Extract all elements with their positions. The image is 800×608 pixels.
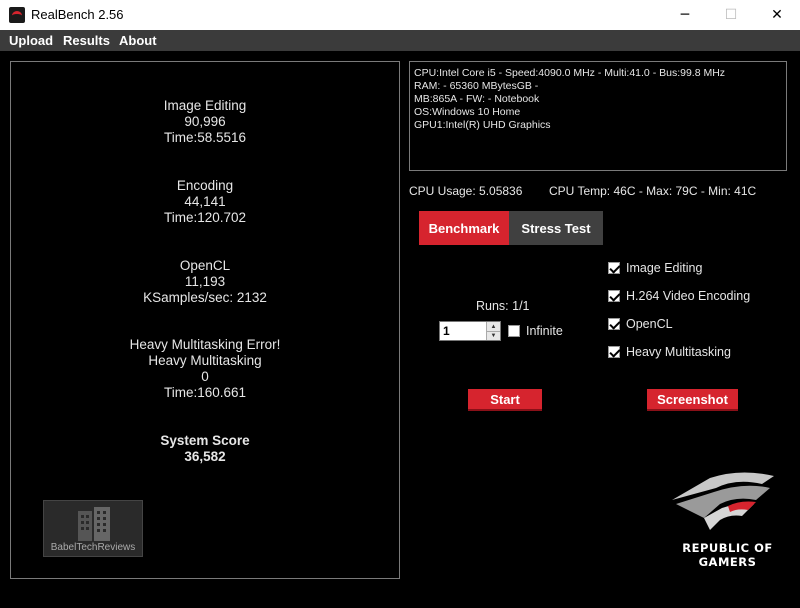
window-title: RealBench 2.56 — [31, 7, 124, 22]
image-editing-label: Image Editing — [163, 98, 247, 113]
encoding-label: Encoding — [176, 178, 234, 193]
rog-line-1: REPUBLIC OF — [682, 541, 773, 555]
check-image-editing[interactable]: Image Editing — [608, 260, 702, 276]
heavy-multitasking-score: 0 — [201, 369, 209, 384]
watermark-logo: BabelTechReviews — [43, 500, 143, 557]
cpu-usage: CPU Usage: 5.05836 — [409, 184, 523, 198]
building-icon — [78, 507, 110, 541]
image-editing-score: 90,996 — [184, 114, 226, 129]
rog-eye-logo — [672, 472, 774, 530]
encoding-score: 44,141 — [184, 194, 226, 209]
runs-label: Runs: 1/1 — [476, 299, 530, 313]
rog-wordmark: REPUBLIC OF GAMERS — [670, 541, 785, 569]
start-button[interactable]: Start — [468, 389, 542, 411]
checkbox-label: Image Editing — [626, 261, 703, 275]
rog-line-2: GAMERS — [698, 555, 757, 569]
heavy-multitasking-label: Heavy Multitasking — [148, 353, 262, 368]
infinite-label: Infinite — [526, 324, 563, 338]
check-h264-encoding[interactable]: H.264 Video Encoding — [608, 288, 750, 304]
opencl-score: 11,193 — [184, 274, 226, 289]
checkbox-label: OpenCL — [626, 317, 673, 331]
encoding-time: Time:120.702 — [163, 210, 247, 225]
check-heavy-multitasking[interactable]: Heavy Multitasking — [608, 344, 731, 360]
infinite-toggle[interactable]: Infinite — [508, 324, 563, 338]
stepper-down-icon[interactable]: ▼ — [486, 331, 500, 340]
image-editing-time: Time:58.5516 — [163, 130, 247, 145]
runs-input[interactable] — [440, 322, 486, 340]
checkbox-label: H.264 Video Encoding — [626, 289, 751, 303]
app-icon — [9, 7, 25, 23]
ram-info: RAM: - 65360 MBytesGB - — [414, 80, 539, 92]
menu-results[interactable]: Results — [63, 33, 110, 48]
motherboard-info: MB:865A - FW: - Notebook — [414, 93, 540, 105]
heavy-multitasking-error: Heavy Multitasking Error! — [129, 337, 281, 352]
system-info-box: CPU:Intel Core i5 - Speed:4090.0 MHz - M… — [409, 61, 787, 171]
close-button[interactable]: ✕ — [754, 0, 800, 30]
tab-benchmark[interactable]: Benchmark — [419, 211, 509, 245]
tab-stress-test[interactable]: Stress Test — [509, 211, 603, 245]
menu-bar: Upload Results About — [0, 30, 800, 51]
checkbox[interactable] — [608, 346, 620, 358]
checkbox[interactable] — [608, 290, 620, 302]
runs-stepper[interactable]: ▲ ▼ — [439, 321, 501, 341]
watermark-text: BabelTechReviews — [50, 542, 136, 553]
screenshot-button[interactable]: Screenshot — [647, 389, 738, 411]
checkbox-label: Heavy Multitasking — [626, 345, 731, 359]
opencl-label: OpenCL — [179, 258, 231, 273]
stepper-up-icon[interactable]: ▲ — [486, 322, 500, 331]
system-score-value: 36,582 — [184, 449, 226, 464]
maximize-button[interactable]: ☐ — [708, 0, 754, 30]
title-bar: RealBench 2.56 ─ ☐ ✕ — [0, 0, 800, 30]
menu-upload[interactable]: Upload — [9, 33, 53, 48]
minimize-button[interactable]: ─ — [662, 0, 708, 30]
gpu-info: GPU1:Intel(R) UHD Graphics — [414, 119, 551, 131]
cpu-info: CPU:Intel Core i5 - Speed:4090.0 MHz - M… — [414, 67, 726, 79]
system-score-label: System Score — [160, 433, 250, 448]
check-opencl[interactable]: OpenCL — [608, 316, 673, 332]
checkbox[interactable] — [608, 318, 620, 330]
cpu-temp: CPU Temp: 46C - Max: 79C - Min: 41C — [549, 184, 757, 198]
heavy-multitasking-time: Time:160.661 — [163, 385, 247, 400]
infinite-checkbox[interactable] — [508, 325, 520, 337]
checkbox[interactable] — [608, 262, 620, 274]
results-panel: Image Editing 90,996 Time:58.5516 Encodi… — [10, 61, 400, 579]
os-info: OS:Windows 10 Home — [414, 106, 521, 118]
opencl-ksamples: KSamples/sec: 2132 — [143, 290, 267, 305]
menu-about[interactable]: About — [119, 33, 157, 48]
